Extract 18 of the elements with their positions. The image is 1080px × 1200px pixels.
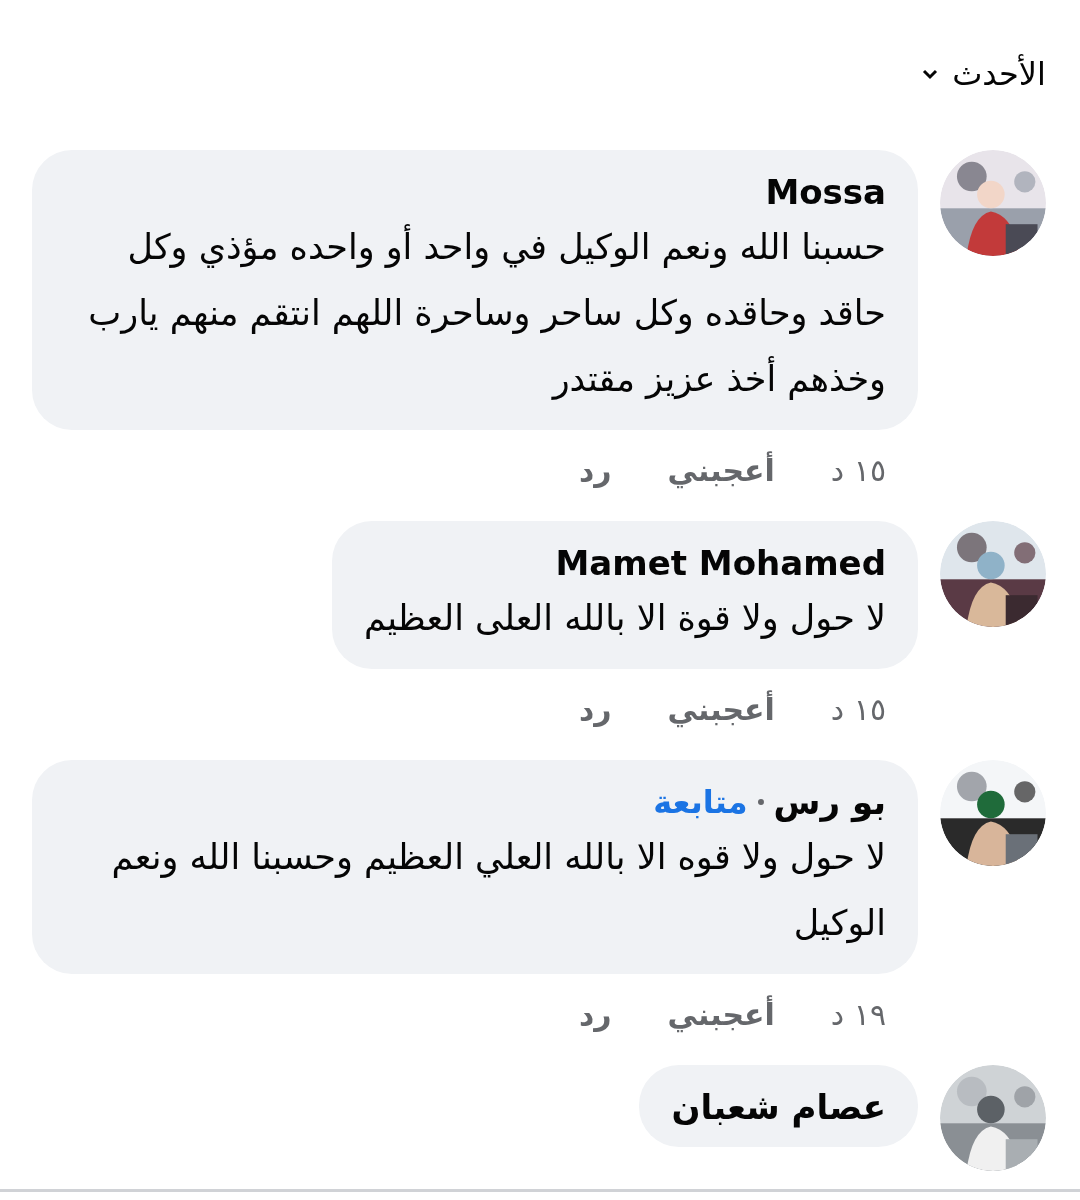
like-link[interactable]: أعجبني [667, 687, 775, 732]
comment-text: حسبنا الله ونعم الوكيل في واحد أو واحده مؤذي وكل حاقد وحاقده وكل ساحر وساحرة اللهم انتقم منهم يارب وخذهم أخذ عزيز مقتدر [64, 214, 886, 412]
like-link[interactable]: أعجبني [667, 448, 775, 493]
reply-link[interactable]: رد [578, 992, 612, 1037]
comment-text: لا حول ولا قوة الا بالله العلى العظيم [364, 597, 886, 641]
reply-link[interactable]: رد [578, 687, 612, 732]
follow-link[interactable]: متابعة [653, 780, 748, 824]
comment-time: ١٥ د [830, 452, 886, 490]
comment-time: ١٩ د [830, 996, 886, 1034]
like-link[interactable]: أعجبني [667, 992, 775, 1037]
comment-time: ١٥ د [830, 691, 886, 729]
commenter-name[interactable]: بو رس [773, 780, 886, 824]
reply-link[interactable]: رد [578, 448, 612, 493]
commenter-name[interactable]: عصام شعبان [671, 1085, 886, 1129]
comment-text: لا حول ولا قوه الا بالله العلي العظيم وحسبنا الله ونعم الوكيل [110, 836, 886, 946]
commenter-name[interactable]: Mossa [765, 170, 886, 214]
commenter-name[interactable]: Mamet Mohamed [555, 541, 886, 585]
sort-dropdown[interactable]: الأحدث [922, 50, 1046, 98]
